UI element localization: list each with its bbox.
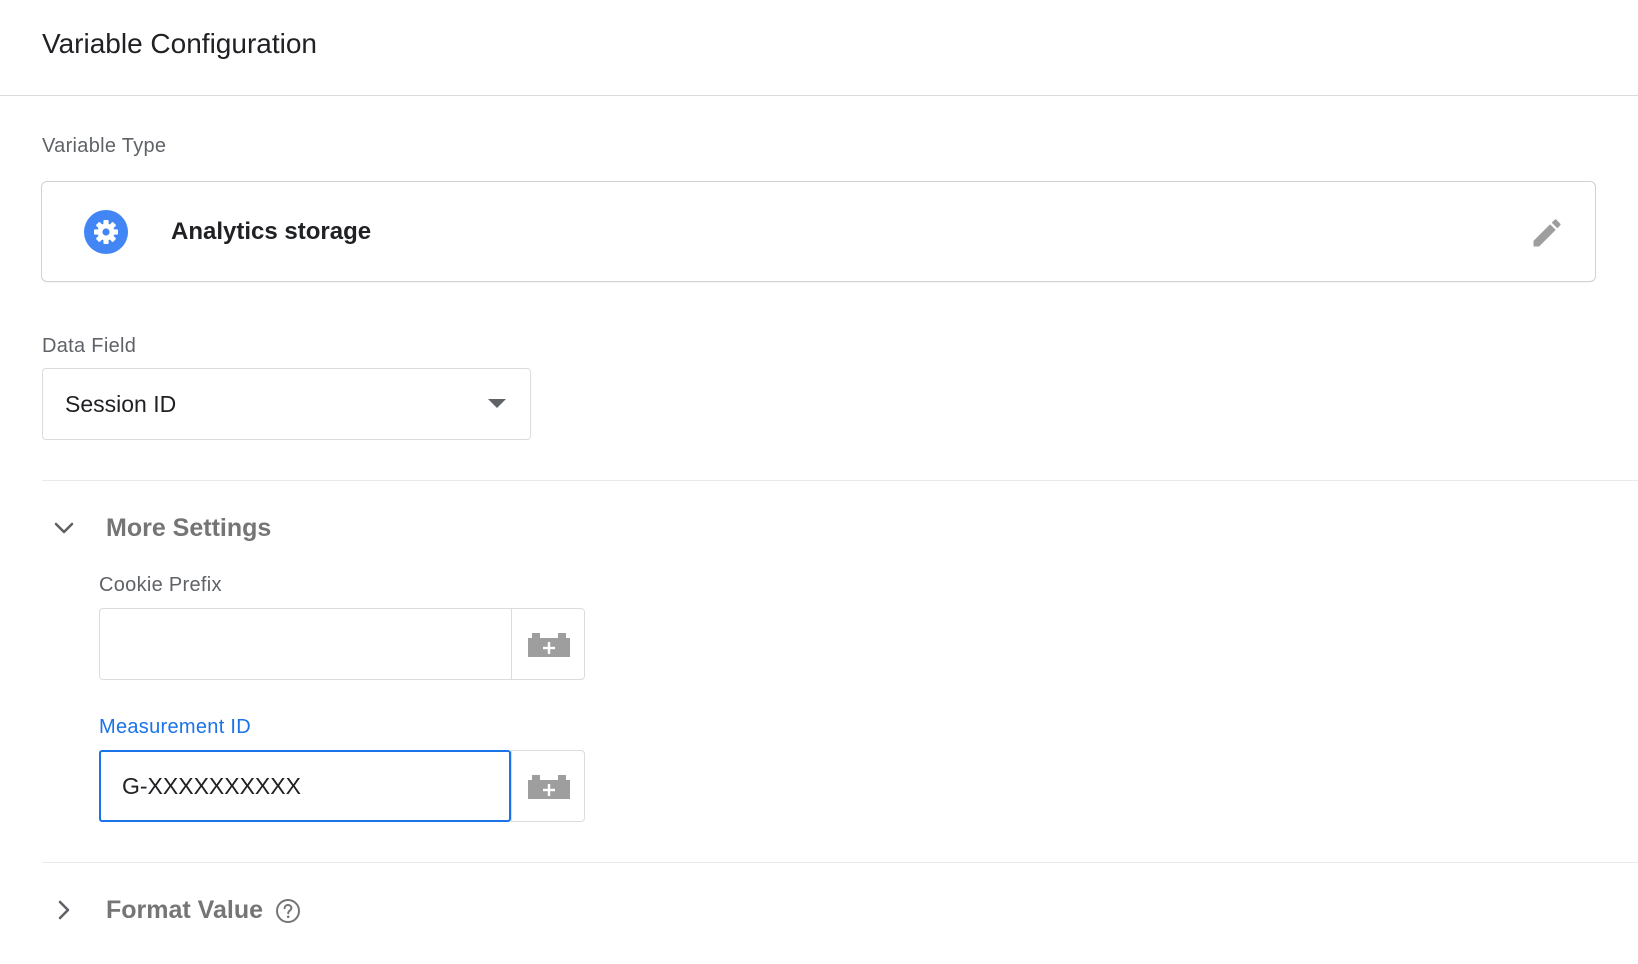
measurement-id-group xyxy=(99,750,585,822)
more-settings-title: More Settings xyxy=(106,514,272,542)
caret-down-icon xyxy=(488,399,506,408)
section-divider xyxy=(42,862,1638,863)
add-variable-icon xyxy=(528,775,570,799)
chevron-down-icon xyxy=(54,522,74,534)
help-icon[interactable] xyxy=(275,898,301,924)
variable-type-card[interactable]: Analytics storage xyxy=(41,181,1596,282)
data-field-selected-value: Session ID xyxy=(65,391,177,417)
cookie-prefix-variable-button[interactable] xyxy=(511,608,585,680)
panel-header: Variable Configuration xyxy=(0,0,1638,96)
measurement-id-variable-button[interactable] xyxy=(511,750,585,822)
data-field-label: Data Field xyxy=(42,335,137,357)
variable-type-name: Analytics storage xyxy=(171,218,372,245)
measurement-id-label: Measurement ID xyxy=(99,716,252,738)
gear-icon xyxy=(84,210,128,254)
cookie-prefix-group xyxy=(99,608,585,680)
panel-title: Variable Configuration xyxy=(42,28,317,59)
add-variable-icon xyxy=(528,633,570,657)
format-value-toggle[interactable]: Format Value xyxy=(42,885,442,935)
variable-type-label: Variable Type xyxy=(42,135,167,157)
chevron-right-icon xyxy=(58,900,70,920)
measurement-id-input[interactable] xyxy=(99,750,511,822)
more-settings-toggle[interactable]: More Settings xyxy=(42,503,442,553)
section-divider xyxy=(42,480,1638,481)
cookie-prefix-label: Cookie Prefix xyxy=(99,574,222,596)
format-value-title: Format Value xyxy=(106,896,263,924)
data-field-select[interactable]: Session ID xyxy=(42,368,531,440)
pencil-icon[interactable] xyxy=(1529,215,1565,251)
variable-configuration-panel: Variable Configuration Variable Type Ana… xyxy=(0,0,1638,964)
cookie-prefix-input[interactable] xyxy=(99,608,511,680)
